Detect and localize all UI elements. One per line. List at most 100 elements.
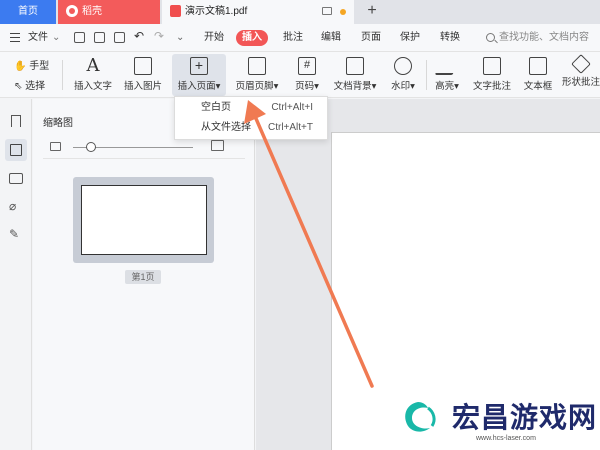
monitor-icon[interactable] <box>322 7 332 15</box>
tab-document[interactable]: 演示文稿1.pdf <box>162 0 354 24</box>
zoom-slider-handle[interactable] <box>86 142 96 152</box>
menu-page[interactable]: 页面 <box>361 30 381 46</box>
insert-page-dropdown: 空白页 Ctrl+Alt+I 从文件选择 Ctrl+Alt+T <box>174 96 328 140</box>
header-footer-button[interactable]: 页眉页脚▾ <box>232 54 282 96</box>
divider <box>43 158 245 159</box>
unsaved-dot-icon <box>340 9 346 15</box>
signature-icon[interactable]: ✎ <box>9 227 23 241</box>
tab-home[interactable]: 首页 <box>0 0 56 24</box>
thumbnail-frame-icon <box>10 144 22 156</box>
menu-file[interactable]: 文件 <box>28 30 48 46</box>
header-footer-label: 页眉页脚 <box>235 81 274 92</box>
shape-comment-button[interactable]: 形状批注 <box>562 54 600 96</box>
menu-comment[interactable]: 批注 <box>283 30 303 46</box>
thumbnail-panel-title: 缩略图 <box>43 118 73 129</box>
cursor-icon: ⇖ <box>14 81 23 92</box>
watermark-button[interactable]: 水印▾ <box>386 54 420 96</box>
highlight-icon <box>434 57 460 75</box>
insert-text-label: 插入文字 <box>73 81 112 92</box>
thumbnail-icon[interactable] <box>5 139 27 161</box>
pdf-file-icon <box>170 5 181 18</box>
divider <box>426 60 427 90</box>
new-tab-button[interactable]: + <box>362 0 382 24</box>
zoom-out-image-icon[interactable] <box>50 142 61 151</box>
header-footer-icon <box>248 57 266 75</box>
zoom-in-image-icon[interactable] <box>211 140 224 151</box>
watermark-label: 水印 <box>391 81 411 92</box>
menu-insert[interactable]: 插入 <box>236 30 268 46</box>
blank-page-menu-item[interactable]: 空白页 Ctrl+Alt+I <box>175 98 327 118</box>
thumbnail-panel: 缩略图 第1页 <box>33 99 255 450</box>
shape-comment-label: 形状批注 <box>562 77 600 88</box>
from-file-menu-item[interactable]: 从文件选择 Ctrl+Alt+T <box>175 118 327 138</box>
divider <box>62 60 63 90</box>
from-file-label: 从文件选择 <box>201 122 251 133</box>
textbox-button[interactable]: 文本框 <box>520 54 556 96</box>
text-comment-button[interactable]: 文字批注 <box>470 54 514 96</box>
caret-down-icon: ▾ <box>273 81 279 92</box>
hand-tool-button[interactable]: ✋ 手型 <box>14 57 49 72</box>
page-insert-icon: + <box>190 57 208 75</box>
page-thumbnail[interactable] <box>73 177 214 263</box>
hand-icon: ✋ <box>14 61 27 72</box>
menu-edit[interactable]: 编辑 <box>321 30 341 46</box>
open-folder-icon[interactable] <box>74 32 85 43</box>
text-insert-icon: A <box>86 55 100 76</box>
page-label: 第1页 <box>125 270 161 284</box>
search-input[interactable]: 查找功能、文档内容 <box>499 30 589 46</box>
watermark-text: 宏昌游戏网 <box>452 401 598 434</box>
highlight-label: 高亮 <box>435 81 455 92</box>
insert-text-button[interactable]: A 插入文字 <box>70 54 116 96</box>
caret-down-icon: ▾ <box>371 81 377 92</box>
chevron-down-icon[interactable]: ⌄ <box>52 30 60 46</box>
watermark-logo <box>405 402 436 432</box>
daoke-logo-icon <box>66 5 78 18</box>
textbox-label: 文本框 <box>523 81 553 92</box>
menu-protect[interactable]: 保护 <box>400 30 420 46</box>
blank-page-shortcut: Ctrl+Alt+I <box>271 102 313 113</box>
background-button[interactable]: 文档背景▾ <box>330 54 380 96</box>
menu-bar: 文件 ⌄ ↶ ↷ ⌄ 开始 插入 批注 编辑 页面 保护 转换 查找功能、文档内… <box>0 24 600 52</box>
tab-document-label: 演示文稿1.pdf <box>185 6 248 17</box>
insert-page-button[interactable]: + 插入页面▾ <box>172 54 226 96</box>
more-chevron-icon[interactable]: ⌄ <box>176 30 184 46</box>
watermark-url: www.hcs-laser.com <box>476 435 536 442</box>
attachment-icon[interactable]: ⌀ <box>9 199 23 213</box>
caret-down-icon: ▾ <box>215 81 221 92</box>
left-sidebar: ⌀ ✎ <box>0 99 32 450</box>
select-tool-button[interactable]: ⇖ 选择 <box>14 77 45 92</box>
background-icon <box>346 57 364 75</box>
insert-image-label: 插入图片 <box>123 81 162 92</box>
tab-daoke-label: 稻壳 <box>82 6 102 17</box>
select-tool-label: 选择 <box>25 81 46 92</box>
blank-page-label: 空白页 <box>201 102 231 113</box>
search-icon[interactable] <box>486 33 495 42</box>
shape-comment-icon <box>571 54 591 74</box>
page-number-label: 页码 <box>295 81 315 92</box>
hamburger-menu-icon[interactable] <box>10 33 20 42</box>
caret-down-icon: ▾ <box>410 81 415 92</box>
highlight-button[interactable]: 高亮▾ <box>432 54 462 96</box>
caret-down-icon: ▾ <box>454 81 459 92</box>
background-label: 文档背景 <box>333 81 372 92</box>
undo-icon[interactable]: ↶ <box>134 28 144 44</box>
text-comment-icon <box>483 57 501 75</box>
from-file-shortcut: Ctrl+Alt+T <box>267 122 313 133</box>
page-number-button[interactable]: # 页码▾ <box>290 54 324 96</box>
textbox-icon <box>529 57 547 75</box>
print-icon[interactable] <box>114 32 125 43</box>
text-comment-label: 文字批注 <box>472 81 511 92</box>
watermark-icon <box>394 57 412 75</box>
bookmark-icon[interactable] <box>11 115 21 127</box>
page-number-icon: # <box>298 57 316 75</box>
hand-tool-label: 手型 <box>29 61 50 72</box>
page-thumbnail-preview <box>81 185 207 255</box>
save-icon[interactable] <box>94 32 105 43</box>
tab-daoke[interactable]: 稻壳 <box>58 0 160 24</box>
ribbon-toolbar: ✋ 手型 ⇖ 选择 A 插入文字 插入图片 + 插入页面▾ 页眉页脚▾ # 页码… <box>0 52 600 98</box>
comment-icon[interactable] <box>9 173 23 184</box>
insert-image-button[interactable]: 插入图片 <box>120 54 166 96</box>
redo-icon[interactable]: ↷ <box>154 28 164 44</box>
menu-start[interactable]: 开始 <box>204 30 224 46</box>
menu-convert[interactable]: 转换 <box>440 30 460 46</box>
